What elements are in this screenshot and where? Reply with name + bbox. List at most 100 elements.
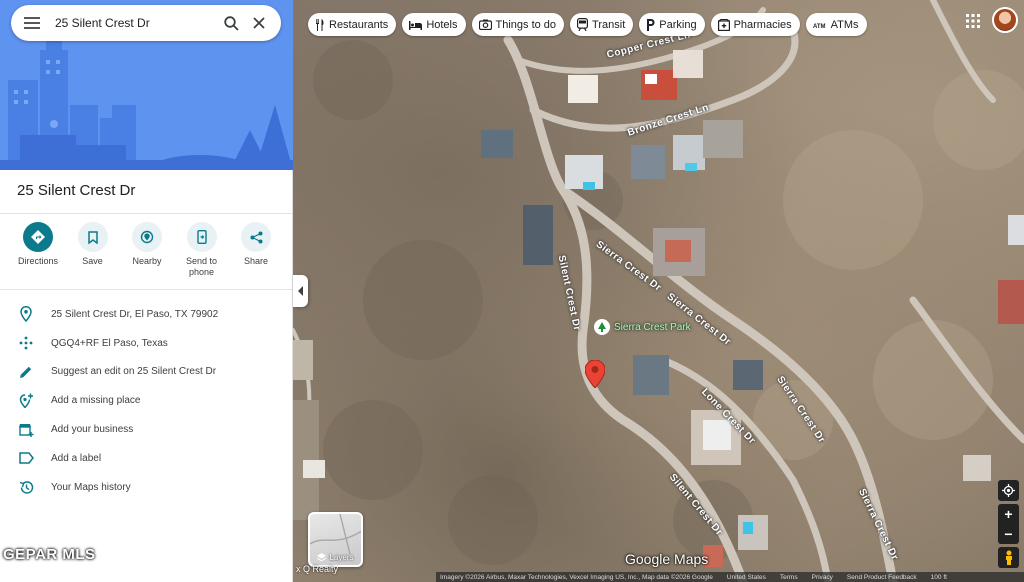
menu-button[interactable] (19, 10, 45, 36)
scale-label[interactable]: 100 ft (931, 574, 947, 581)
apps-grid-icon (966, 14, 980, 28)
chip-hotels[interactable]: Hotels (402, 13, 466, 36)
place-actions: Directions Save Nearby Send to phone Sha… (12, 222, 282, 278)
save-button[interactable]: Save (67, 222, 119, 278)
directions-icon (31, 230, 45, 244)
atm-icon: ATM (813, 21, 827, 29)
category-chips: Restaurants Hotels Things to do Transit … (308, 13, 867, 36)
layers-thumbnail (310, 514, 361, 555)
nearby-icon (140, 230, 154, 244)
chip-atms[interactable]: ATM ATMs (805, 13, 867, 36)
street-view-pegman[interactable] (998, 547, 1019, 568)
divider (0, 289, 292, 290)
satellite-map[interactable]: Copper Crest Ln Bronze Crest Ln Sierra C… (293, 0, 1024, 582)
imagery-credit: Imagery ©2026 Airbus, Maxar Technologies… (440, 573, 713, 581)
my-location-button[interactable] (998, 480, 1019, 501)
address-text: 25 Silent Crest Dr, El Paso, TX 79902 (51, 308, 219, 320)
address-row[interactable]: 25 Silent Crest Dr, El Paso, TX 79902 (0, 300, 292, 329)
share-button[interactable]: Share (230, 222, 282, 278)
pegman-icon (1005, 550, 1012, 565)
layers-label: Layers (329, 553, 354, 562)
park-icon (594, 319, 610, 335)
google-apps-button[interactable] (963, 11, 983, 31)
bookmark-icon (87, 230, 98, 244)
directions-button[interactable]: Directions (12, 222, 64, 278)
zoom-control: + − (998, 504, 1019, 544)
chip-label: Transit (592, 18, 626, 31)
add-business-text: Add your business (51, 424, 134, 436)
close-icon (253, 17, 265, 29)
chip-label: Hotels (426, 18, 458, 31)
zoom-out-button[interactable]: − (998, 524, 1019, 544)
pencil-icon (17, 363, 35, 381)
layers-button[interactable]: Layers (308, 512, 363, 567)
park-label-text: Sierra Crest Park (614, 321, 691, 333)
chip-things-to-do[interactable]: Things to do (471, 13, 565, 36)
chip-restaurants[interactable]: Restaurants (308, 13, 397, 36)
country-link[interactable]: United States (727, 574, 766, 581)
plus-code-text: QGQ4+RF El Paso, Texas (51, 337, 168, 349)
add-missing-place-row[interactable]: Add a missing place (0, 386, 292, 415)
parking-icon (646, 18, 655, 31)
privacy-link[interactable]: Privacy (812, 574, 833, 581)
svg-text:ATM: ATM (813, 24, 826, 29)
action-label: Save (82, 256, 103, 266)
map-realty-text: x Q Realty (296, 564, 339, 574)
feedback-link[interactable]: Send Product Feedback (847, 574, 917, 581)
storefront-icon (17, 421, 35, 439)
chip-parking[interactable]: Parking (639, 13, 705, 36)
camera-icon (478, 19, 492, 30)
map-attribution-bar: Imagery ©2026 Airbus, Maxar Technologies… (436, 572, 1024, 582)
terms-link[interactable]: Terms (780, 574, 798, 581)
action-label: Send to phone (185, 256, 218, 277)
chip-label: Things to do (495, 18, 557, 31)
maps-history-text: Your Maps history (51, 481, 131, 493)
location-pin-marker[interactable] (584, 359, 606, 393)
nearby-button[interactable]: Nearby (121, 222, 173, 278)
action-label: Share (243, 256, 269, 266)
park-marker[interactable]: Sierra Crest Park (594, 319, 691, 335)
send-to-phone-button[interactable]: Send to phone (176, 222, 228, 278)
fork-knife-icon (315, 18, 325, 31)
add-business-row[interactable]: Add your business (0, 415, 292, 444)
action-label: Directions (17, 256, 58, 266)
search-icon (223, 15, 239, 31)
suggest-edit-row[interactable]: Suggest an edit on 25 Silent Crest Dr (0, 358, 292, 387)
pharmacy-icon (717, 18, 730, 31)
history-icon (17, 478, 35, 496)
suggest-edit-text: Suggest an edit on 25 Silent Crest Dr (51, 366, 217, 378)
place-info-list: 25 Silent Crest Dr, El Paso, TX 79902 QG… (0, 300, 292, 502)
plus-code-icon (17, 334, 35, 352)
place-panel: 25 Silent Crest Dr Directions Save (0, 0, 293, 582)
place-title: 25 Silent Crest Dr (17, 182, 136, 199)
chip-pharmacies[interactable]: Pharmacies (710, 13, 800, 36)
zoom-in-button[interactable]: + (998, 504, 1019, 524)
location-pin-icon (17, 305, 35, 323)
google-maps-logo: Google Maps (625, 551, 709, 567)
label-icon (17, 449, 35, 467)
add-label-text: Add a label (51, 452, 102, 464)
plus-code-row[interactable]: QGQ4+RF El Paso, Texas (0, 329, 292, 358)
share-icon (250, 231, 262, 243)
chevron-left-icon (297, 286, 303, 296)
search-button[interactable] (217, 9, 245, 37)
divider (0, 213, 292, 214)
layers-icon (317, 553, 327, 562)
account-avatar[interactable] (992, 7, 1018, 33)
chip-label: Parking (659, 18, 697, 31)
chip-transit[interactable]: Transit (570, 13, 634, 36)
phone-icon (196, 230, 207, 244)
search-input[interactable] (55, 16, 217, 30)
search-box (11, 5, 281, 41)
add-place-icon (17, 392, 35, 410)
crosshair-icon (1002, 484, 1015, 497)
collapse-panel-button[interactable] (293, 275, 308, 307)
add-missing-place-text: Add a missing place (51, 395, 141, 407)
add-label-row[interactable]: Add a label (0, 444, 292, 473)
chip-label: Restaurants (329, 18, 389, 31)
maps-history-row[interactable]: Your Maps history (0, 473, 292, 502)
train-icon (577, 18, 589, 31)
hamburger-icon (24, 17, 40, 29)
clear-search-button[interactable] (245, 9, 273, 37)
chip-label: Pharmacies (733, 18, 792, 31)
